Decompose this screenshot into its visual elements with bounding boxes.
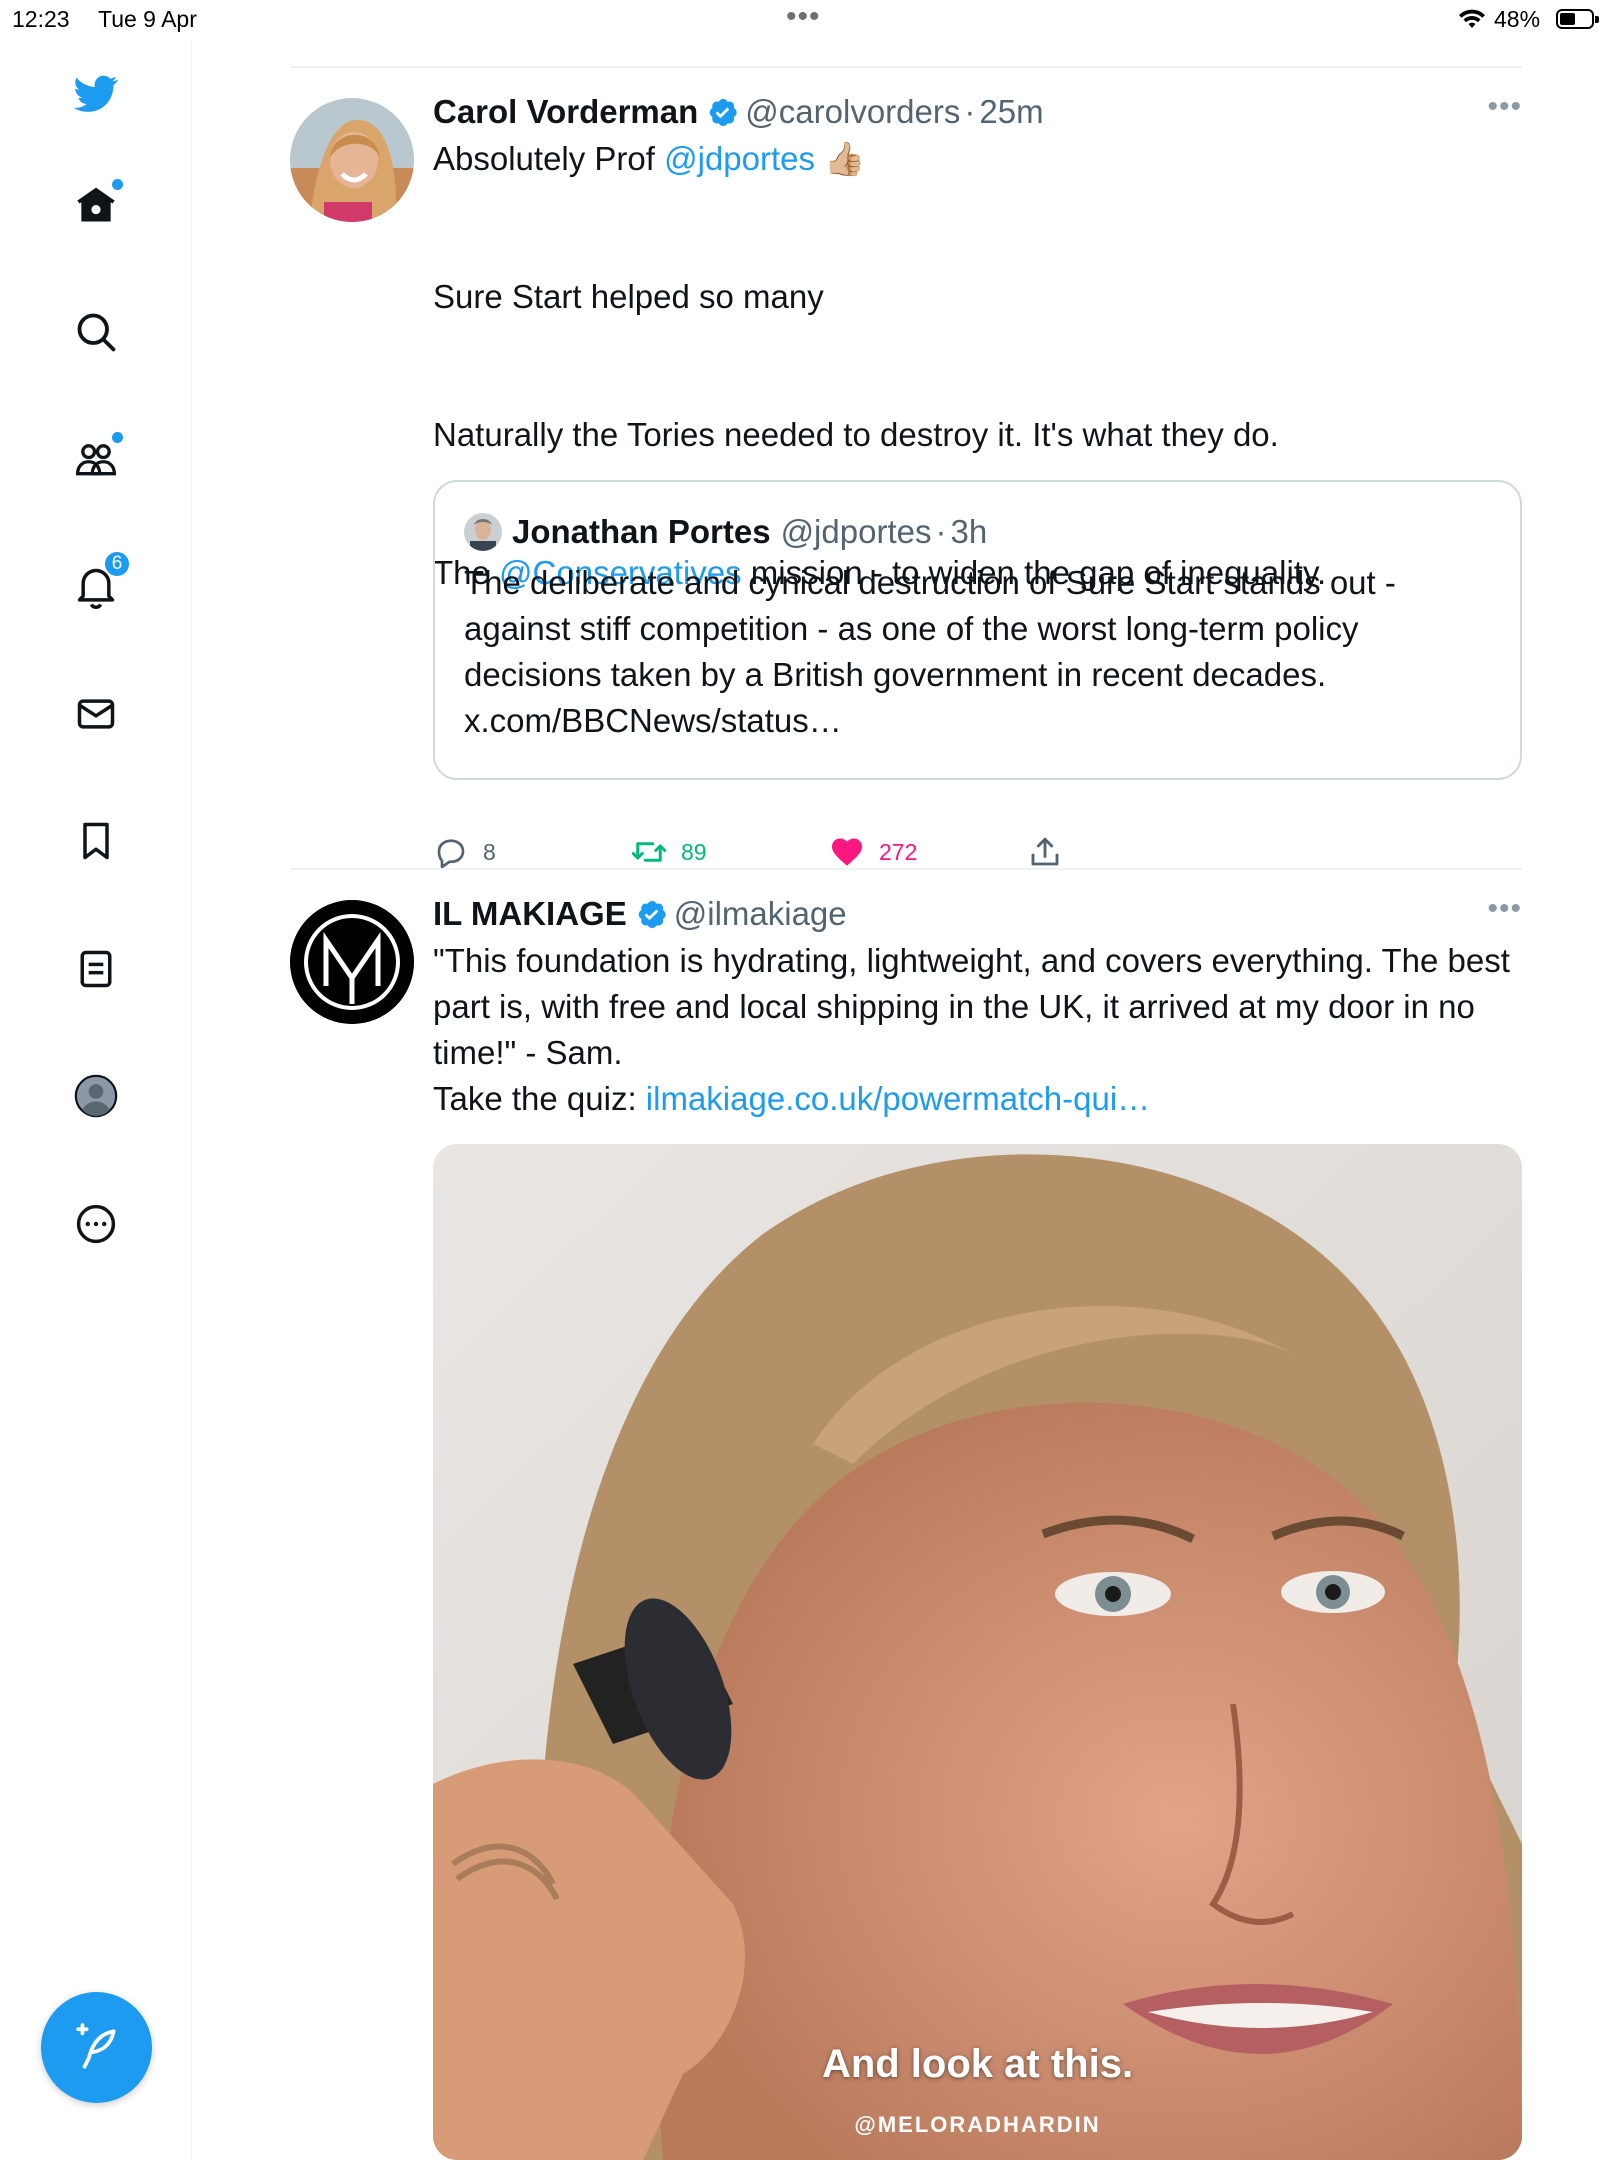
tweet-text: "This foundation is hydrating, lightweig… [433,938,1522,1122]
video-caption: And look at this. [821,2042,1134,2086]
sidebar-nav: 6 [0,40,192,2160]
timestamp[interactable]: 25m [979,90,1043,134]
text-segment: Absolutely Prof [433,140,665,177]
verified-badge-icon [710,98,737,126]
quote-timestamp[interactable]: 3h [950,510,987,554]
display-name[interactable]: Carol Vorderman [433,90,698,134]
profile-icon[interactable] [67,1067,125,1125]
tweet-header: IL MAKIAGE @ilmakiage [433,892,1522,936]
home-icon[interactable] [67,176,125,234]
status-date: Tue 9 Apr [98,6,197,32]
handle[interactable]: @ilmakiage [674,892,847,936]
tweet-il-makiage[interactable]: IL MAKIAGE @ilmakiage ••• "This foundati… [290,892,1522,2160]
tweet-paragraph: Naturally the Tories needed to destroy i… [433,416,1279,453]
heart-filled-icon [832,838,862,866]
share-button[interactable] [1027,832,1077,872]
separator: · [935,513,947,550]
lists-icon[interactable] [67,940,125,998]
notifications-icon[interactable]: 6 [67,550,131,616]
feed-divider [290,66,1522,68]
video-watermark: @MELORADHARDIN [854,2112,1101,2137]
promoted-video[interactable]: And look at this. @MELORADHARDIN [433,1144,1522,2160]
search-icon[interactable] [67,303,125,361]
reply-icon [437,839,465,869]
communities-icon[interactable] [67,430,125,488]
like-count: 272 [879,838,918,865]
notifications-count-badge: 6 [103,550,131,578]
text-segment: Take the quiz: [433,1080,646,1117]
avatar[interactable] [290,900,414,1024]
thumbs-up-emoji: 👍🏼 [824,140,866,177]
verified-badge-icon [638,900,666,928]
tweet-carol-vorderman[interactable]: Carol Vorderman @carolvorders · 25m ••• … [290,90,1522,890]
reply-button[interactable]: 8 [433,832,496,872]
tweet-actions: 8 89 272 [433,832,1153,872]
home-unread-dot [112,179,123,190]
quote-text: The deliberate and cynical destruction o… [464,564,1396,739]
mention-link[interactable]: @jdportes [664,140,815,177]
quote-display-name[interactable]: Jonathan Portes [512,510,771,554]
quiz-link[interactable]: ilmakiage.co.uk/powermatch-qui… [646,1080,1150,1117]
display-name[interactable]: IL MAKIAGE [433,892,627,936]
multitasking-dots-icon[interactable]: ••• [786,0,821,34]
separator: · [964,93,976,130]
wifi-icon [1459,9,1485,28]
bookmarks-icon[interactable] [67,812,125,870]
battery-icon [1556,9,1599,29]
reply-count: 8 [483,838,496,865]
video-frame [433,1144,1522,2160]
share-icon [1031,837,1059,866]
tweet-paragraph: "This foundation is hydrating, lightweig… [433,942,1510,1071]
compose-feather-icon [75,2022,116,2069]
status-time: 12:23 [12,6,70,32]
more-icon[interactable] [67,1195,125,1253]
twitter-logo-icon[interactable] [67,64,125,122]
quoted-tweet-card[interactable]: Jonathan Portes @jdportes · 3h The delib… [433,480,1522,780]
quote-avatar [464,513,502,551]
battery-percentage: 48% [1494,6,1541,32]
retweet-count: 89 [681,838,707,865]
tweet-header: Carol Vorderman @carolvorders · 25m [433,90,1522,134]
quote-header: Jonathan Portes @jdportes · 3h [464,510,987,554]
handle[interactable]: @carolvorders [745,90,960,134]
tweet-paragraph: Sure Start helped so many [433,278,824,315]
retweet-icon [631,842,667,862]
status-bar: 12:23 Tue 9 Apr ••• 48% [0,0,1620,40]
timeline-feed: Carol Vorderman @carolvorders · 25m ••• … [192,40,1620,2160]
communities-unread-dot [112,432,123,443]
more-options-icon[interactable]: ••• [1487,892,1522,926]
quote-handle[interactable]: @jdportes [781,510,932,554]
more-options-icon[interactable]: ••• [1487,90,1522,124]
compose-button[interactable] [41,1992,152,2103]
like-button[interactable]: 272 [829,832,917,872]
retweet-button[interactable]: 89 [631,832,707,872]
messages-icon[interactable] [67,685,125,743]
feed-divider [290,868,1522,870]
avatar[interactable] [290,98,414,222]
